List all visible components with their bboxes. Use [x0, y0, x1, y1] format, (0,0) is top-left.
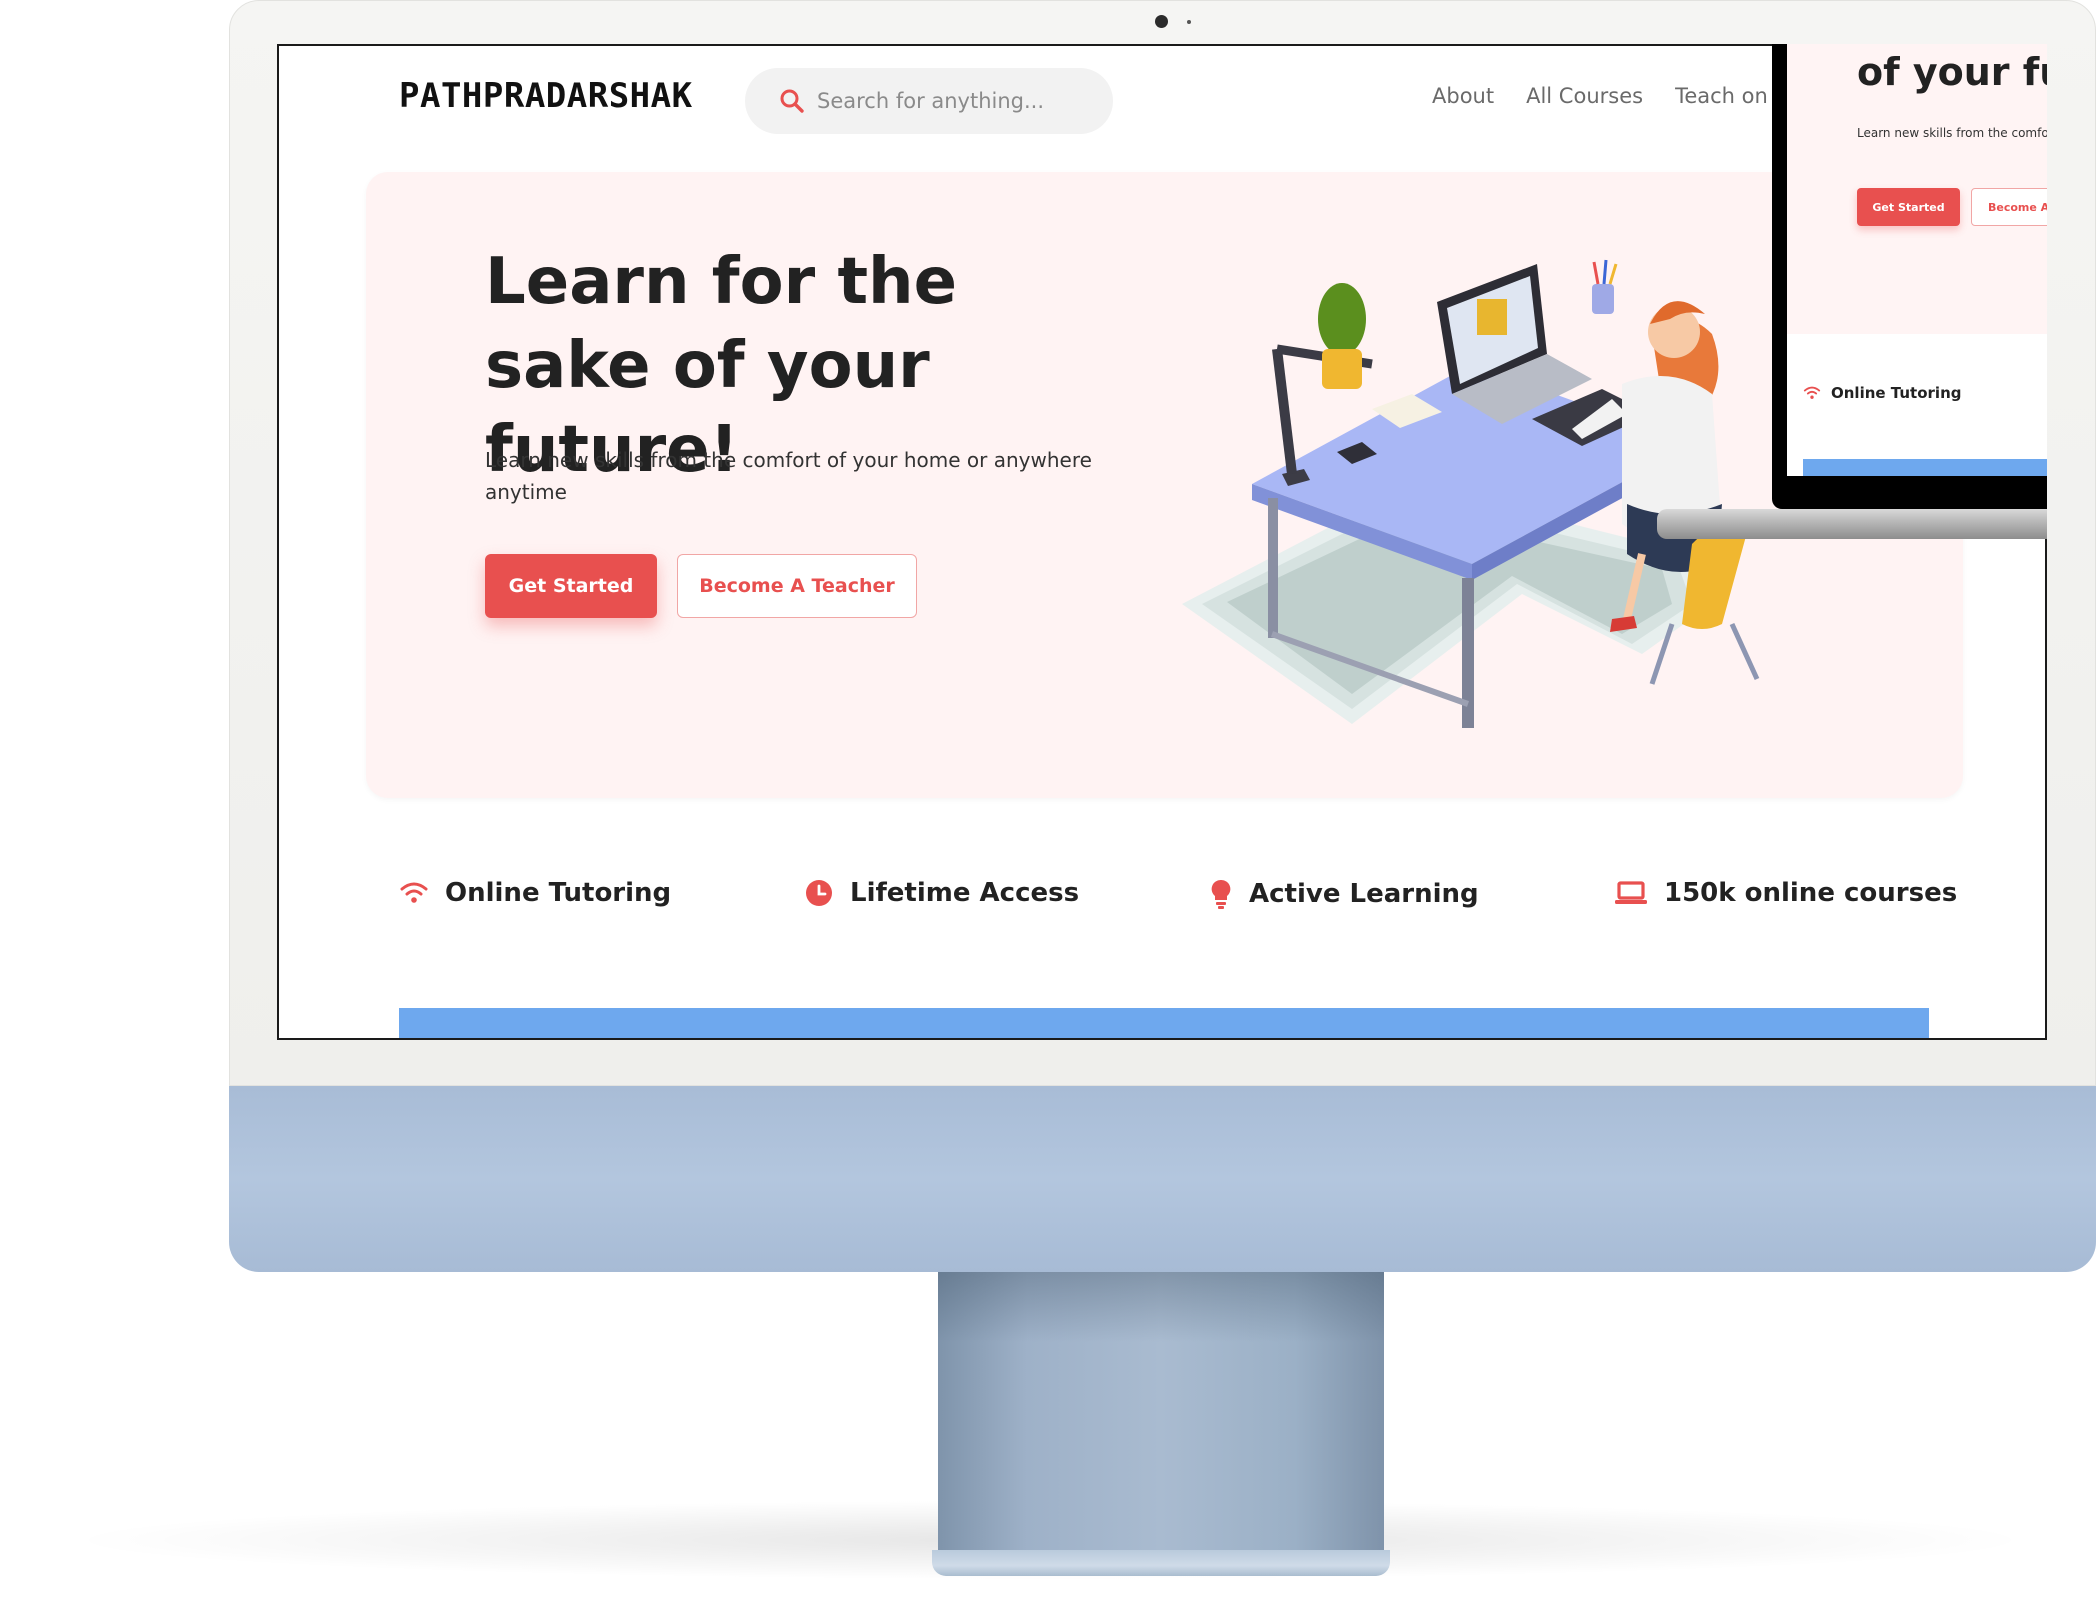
feature-online-tutoring: Online Tutoring — [399, 878, 671, 908]
nav-link-teach[interactable]: Teach on — [1675, 84, 1768, 108]
search-icon — [780, 89, 804, 113]
laptop-hero: of your fu Learn new skills from the com… — [1787, 44, 2047, 334]
site-logo[interactable]: PATHPRADARSHAK — [399, 76, 693, 116]
top-nav: About All Courses Teach on — [1432, 84, 1768, 108]
laptop-feature-online-tutoring: Online Tutoring — [1803, 384, 1961, 402]
feature-lifetime-access: Lifetime Access — [804, 878, 1079, 908]
wifi-icon — [400, 882, 428, 903]
hero-subtitle: Learn new skills from the comfort of you… — [485, 448, 1092, 504]
monitor-stand-shadow — [938, 1272, 1384, 1342]
features-row: Online Tutoring Lifetime Access Active L… — [399, 878, 1957, 928]
lightbulb-icon — [1211, 879, 1231, 909]
nav-link-about[interactable]: About — [1432, 84, 1494, 108]
laptop-display: of your fu Learn new skills from the com… — [1787, 44, 2047, 476]
hero-section: Learn for the sake of your future! Learn… — [366, 172, 1963, 798]
laptop-screen: of your fu Learn new skills from the com… — [1772, 44, 2047, 509]
monitor-stand-foot — [932, 1550, 1390, 1576]
nav-link-all-courses[interactable]: All Courses — [1526, 84, 1643, 108]
laptop-become-teacher-button[interactable]: Become A — [1971, 188, 2047, 226]
feature-label: Active Learning — [1249, 879, 1479, 909]
laptop-feature-label: Online Tutoring — [1831, 384, 1962, 402]
wifi-icon — [1803, 386, 1821, 399]
laptop-banner — [1803, 459, 2047, 476]
feature-label: Online Tutoring — [445, 878, 672, 908]
become-teacher-button[interactable]: Become A Teacher — [677, 554, 917, 618]
clock-icon — [806, 880, 832, 906]
laptop-hero-subtitle: Learn new skills from the comfo anytime — [1857, 126, 2047, 140]
get-started-button[interactable]: Get Started — [485, 554, 657, 618]
search-input[interactable] — [817, 82, 1097, 120]
search-bar[interactable] — [745, 68, 1113, 134]
camera-icon — [1155, 15, 1168, 28]
desk-illustration — [1182, 259, 1760, 728]
courses-banner — [399, 1008, 1929, 1038]
feature-label: 150k online courses — [1664, 878, 1958, 908]
feature-label: Lifetime Access — [850, 878, 1080, 908]
laptop-mockup: of your fu Learn new skills from the com… — [1657, 44, 2047, 539]
feature-active-learning: Active Learning — [1209, 878, 1479, 910]
camera-sensor — [1187, 20, 1191, 24]
laptop-hero-title: of your fu — [1857, 50, 2047, 94]
feature-online-courses: 150k online courses — [1614, 878, 1957, 908]
laptop-icon — [1615, 881, 1647, 904]
laptop-get-started-button[interactable]: Get Started — [1857, 188, 1960, 226]
laptop-base — [1657, 509, 2047, 539]
monitor-chin — [229, 1086, 2096, 1272]
